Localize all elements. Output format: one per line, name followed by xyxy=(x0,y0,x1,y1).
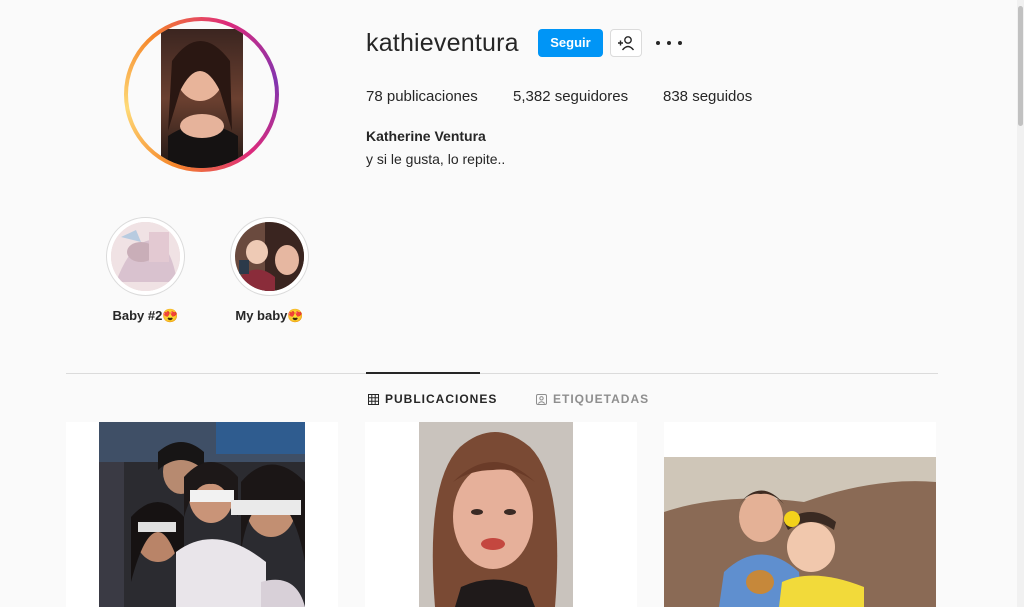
dot-icon xyxy=(678,41,682,45)
posts-count: 78 publicaciones xyxy=(366,88,478,105)
post-thumbnail[interactable] xyxy=(664,422,936,607)
add-person-icon xyxy=(618,36,635,51)
follow-button[interactable]: Seguir xyxy=(538,29,603,57)
following-link[interactable]: 838 seguidos xyxy=(663,88,752,105)
suggested-accounts-button[interactable] xyxy=(610,29,642,57)
full-name: Katherine Ventura xyxy=(366,128,486,144)
highlight-baby-2[interactable]: Baby #2😍 xyxy=(106,217,185,324)
avatar-photo xyxy=(161,29,243,168)
post-thumbnail[interactable] xyxy=(365,422,637,607)
tagged-icon xyxy=(536,393,547,405)
highlight-cover xyxy=(111,222,180,291)
grid-icon xyxy=(368,393,379,405)
dot-icon xyxy=(656,41,660,45)
bio-text: y si le gusta, lo repite.. xyxy=(366,151,506,167)
profile-avatar[interactable] xyxy=(124,17,279,172)
tab-publicaciones[interactable]: PUBLICACIONES xyxy=(368,392,497,406)
highlight-cover xyxy=(235,222,304,291)
username: kathieventura xyxy=(366,29,519,57)
highlight-my-baby[interactable]: My baby😍 xyxy=(230,217,309,324)
post-image xyxy=(66,422,338,607)
highlight-label: Baby #2😍 xyxy=(112,308,179,323)
highlight-label: My baby😍 xyxy=(235,308,304,323)
section-divider xyxy=(66,373,938,374)
followers-link[interactable]: 5,382 seguidores xyxy=(513,88,628,105)
post-thumbnail[interactable] xyxy=(66,422,338,607)
tab-label: PUBLICACIONES xyxy=(385,392,498,406)
post-image xyxy=(365,422,637,607)
more-options-button[interactable] xyxy=(656,31,682,55)
tab-label: ETIQUETADAS xyxy=(553,392,650,406)
post-image xyxy=(664,422,936,607)
active-tab-indicator xyxy=(366,372,480,374)
tab-etiquetadas[interactable]: ETIQUETADAS xyxy=(536,392,649,406)
dot-icon xyxy=(667,41,671,45)
scrollbar-thumb[interactable] xyxy=(1018,6,1023,126)
